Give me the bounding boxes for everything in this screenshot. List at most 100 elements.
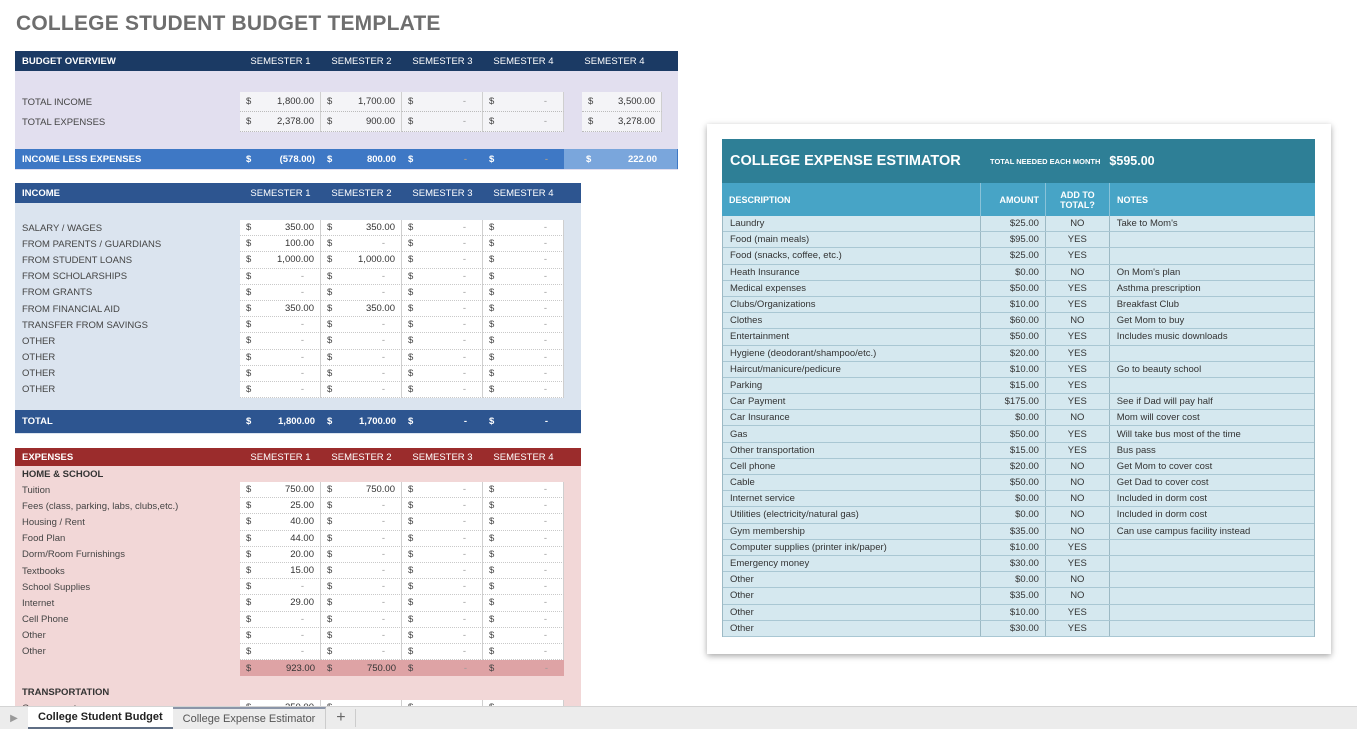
value-cell[interactable]: $- — [321, 562, 402, 580]
value-cell[interactable]: $2,378.00 — [240, 112, 321, 132]
value-cell[interactable]: $1,800.00 — [240, 92, 321, 112]
value-cell[interactable]: $- — [402, 284, 483, 301]
value-cell[interactable]: $- — [402, 149, 483, 169]
value-cell[interactable]: $- — [402, 498, 483, 515]
add-to-total-cell[interactable]: YES — [1046, 248, 1110, 264]
value-cell[interactable]: $- — [402, 643, 483, 661]
amount-cell[interactable]: $10.00 — [981, 296, 1046, 313]
amount-cell[interactable]: $10.00 — [981, 361, 1046, 377]
column-header-notes[interactable]: NOTES — [1110, 183, 1315, 216]
column-header-amount[interactable]: AMOUNT — [981, 183, 1046, 216]
notes-cell[interactable]: Will take bus most of the time — [1110, 426, 1314, 441]
notes-cell[interactable]: Included in dorm cost — [1110, 507, 1314, 522]
value-cell[interactable]: $- — [321, 530, 402, 547]
amount-cell[interactable]: $35.00 — [981, 523, 1046, 539]
notes-cell[interactable]: Breakfast Club — [1110, 297, 1314, 312]
add-to-total-cell[interactable]: YES — [1046, 620, 1110, 636]
add-to-total-cell[interactable]: YES — [1046, 296, 1110, 313]
notes-cell[interactable] — [1110, 572, 1314, 587]
value-cell[interactable]: $- — [402, 562, 483, 580]
value-cell[interactable]: $- — [240, 333, 321, 350]
value-cell[interactable]: $ (578.00) — [240, 149, 321, 169]
value-cell[interactable]: $- — [402, 220, 483, 237]
add-to-total-cell[interactable]: YES — [1046, 232, 1110, 248]
amount-cell[interactable]: $10.00 — [981, 539, 1046, 555]
description-cell[interactable]: Food (snacks, coffee, etc.) — [723, 248, 982, 264]
value-cell[interactable]: $- — [483, 365, 564, 382]
amount-cell[interactable]: $25.00 — [981, 248, 1046, 264]
add-sheet-button[interactable]: + — [326, 709, 357, 727]
add-to-total-cell[interactable]: YES — [1046, 426, 1110, 442]
value-cell[interactable]: $- — [483, 498, 564, 515]
amount-cell[interactable]: $0.00 — [981, 264, 1046, 280]
description-cell[interactable]: Other — [723, 588, 982, 604]
value-cell[interactable]: $1,000.00 — [240, 252, 321, 269]
value-cell[interactable]: $- — [321, 546, 402, 563]
add-to-total-cell[interactable]: YES — [1046, 345, 1110, 361]
add-to-total-cell[interactable]: NO — [1046, 216, 1110, 232]
value-cell[interactable]: $- — [402, 381, 483, 399]
value-cell[interactable]: $- — [240, 317, 321, 334]
value-cell[interactable]: $29.00 — [240, 595, 321, 612]
notes-cell[interactable] — [1110, 605, 1314, 620]
value-cell[interactable]: $750.00 — [240, 482, 321, 499]
amount-cell[interactable]: $10.00 — [981, 604, 1046, 620]
value-cell[interactable]: $100.00 — [240, 236, 321, 253]
value-cell[interactable]: $350.00 — [240, 300, 321, 318]
add-to-total-cell[interactable]: NO — [1046, 507, 1110, 523]
amount-cell[interactable]: $50.00 — [981, 280, 1046, 296]
notes-cell[interactable]: Mom will cover cost — [1110, 410, 1314, 425]
value-cell[interactable]: $1,000.00 — [321, 252, 402, 269]
value-cell[interactable]: $15.00 — [240, 562, 321, 580]
value-cell[interactable]: $- — [240, 349, 321, 366]
value-cell[interactable]: $- — [402, 365, 483, 382]
notes-cell[interactable]: On Mom's plan — [1110, 265, 1314, 280]
description-cell[interactable]: Emergency money — [723, 555, 982, 572]
play-arrow-icon[interactable]: ▶ — [0, 713, 28, 724]
description-cell[interactable]: Hygiene (deodorant/shampoo/etc.) — [723, 345, 982, 361]
value-cell[interactable]: $- — [483, 611, 564, 628]
value-cell[interactable]: $350.00 — [321, 300, 402, 318]
amount-cell[interactable]: $35.00 — [981, 588, 1046, 604]
description-cell[interactable]: Other transportation — [723, 442, 982, 458]
value-cell[interactable]: $- — [402, 660, 483, 677]
amount-cell[interactable]: $15.00 — [981, 442, 1046, 458]
description-cell[interactable]: Clubs/Organizations — [723, 296, 982, 313]
value-cell[interactable]: $- — [402, 546, 483, 563]
value-cell[interactable]: $- — [402, 236, 483, 253]
description-cell[interactable]: Utilities (electricity/natural gas) — [723, 507, 982, 523]
value-cell[interactable]: $- — [483, 562, 564, 580]
value-cell[interactable]: $1,700.00 — [321, 92, 402, 112]
add-to-total-cell[interactable]: YES — [1046, 555, 1110, 572]
total-value-cell[interactable]: $3,500.00 — [582, 92, 662, 112]
amount-cell[interactable]: $15.00 — [981, 377, 1046, 394]
value-cell[interactable]: $- — [402, 627, 483, 644]
notes-cell[interactable]: Get Mom to cover cost — [1110, 459, 1314, 474]
value-cell[interactable]: $- — [240, 579, 321, 596]
value-cell[interactable]: $- — [321, 268, 402, 285]
notes-cell[interactable] — [1110, 378, 1314, 393]
description-cell[interactable]: Car Insurance — [723, 410, 982, 426]
add-to-total-cell[interactable]: YES — [1046, 539, 1110, 555]
value-cell[interactable]: $- — [321, 333, 402, 350]
description-cell[interactable]: Car Payment — [723, 394, 982, 410]
value-cell[interactable]: $- — [483, 300, 564, 318]
value-cell[interactable]: $- — [321, 595, 402, 612]
value-cell[interactable]: $923.00 — [240, 660, 321, 677]
add-to-total-cell[interactable]: NO — [1046, 410, 1110, 426]
value-cell[interactable]: $- — [321, 643, 402, 661]
add-to-total-cell[interactable]: NO — [1046, 523, 1110, 539]
amount-cell[interactable]: $0.00 — [981, 410, 1046, 426]
value-cell[interactable]: $- — [402, 333, 483, 350]
value-cell[interactable]: $350.00 — [321, 220, 402, 237]
amount-cell[interactable]: $95.00 — [981, 232, 1046, 248]
value-cell[interactable]: $- — [483, 579, 564, 596]
amount-cell[interactable]: $25.00 — [981, 216, 1046, 232]
notes-cell[interactable]: See if Dad will pay half — [1110, 394, 1314, 409]
value-cell[interactable]: $- — [483, 349, 564, 366]
value-cell[interactable]: $- — [483, 381, 564, 399]
value-cell[interactable]: $- — [321, 498, 402, 515]
value-cell[interactable]: $- — [483, 220, 564, 237]
value-cell[interactable]: $40.00 — [240, 514, 321, 531]
value-cell[interactable]: $- — [483, 530, 564, 547]
